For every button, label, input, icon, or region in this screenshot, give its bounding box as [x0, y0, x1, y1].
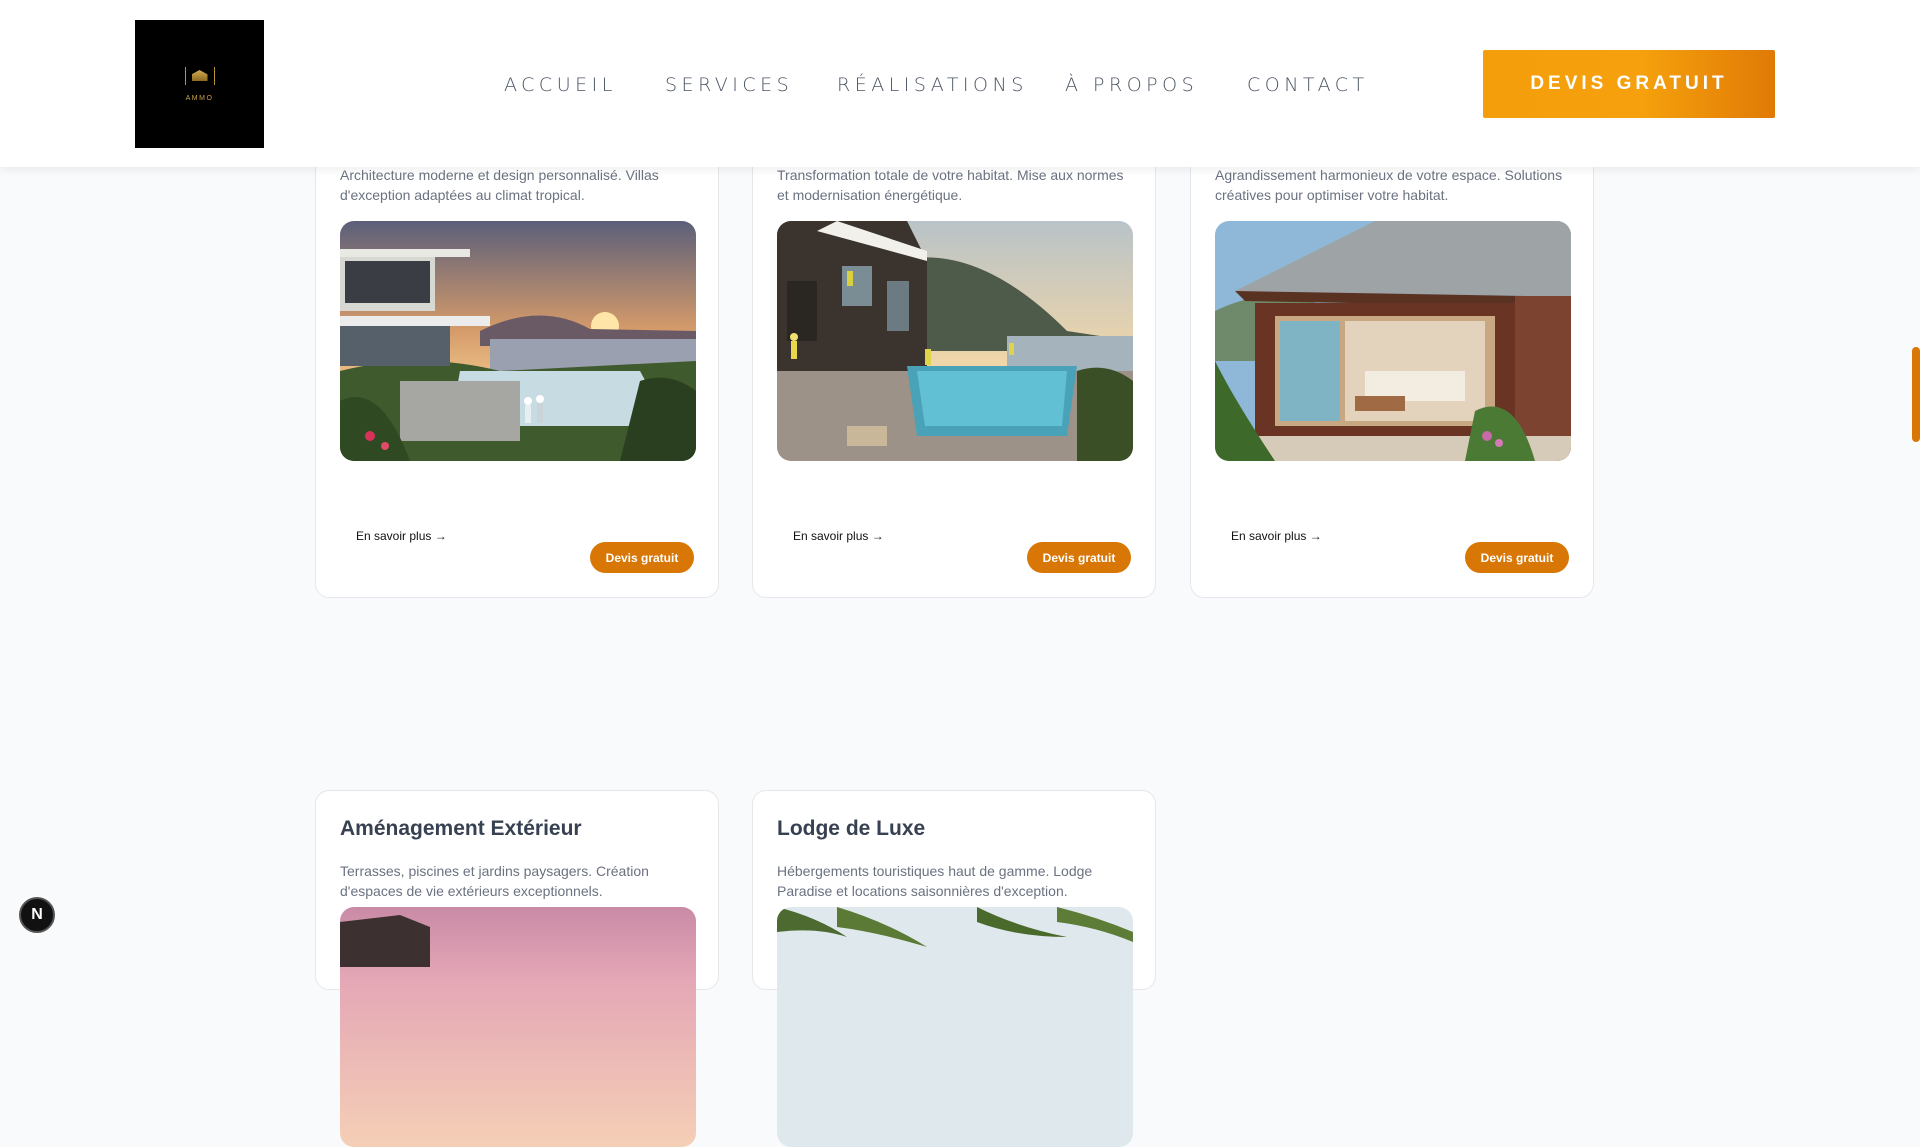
nav-realisations[interactable]: RÉALISATIONS — [837, 71, 1028, 99]
card-image-amenagement — [340, 907, 696, 1147]
service-card-lodge: Lodge de Luxe Hébergements touristiques … — [752, 790, 1156, 1147]
learn-more-link[interactable]: En savoir plus → — [1231, 529, 1322, 543]
learn-more-link[interactable]: En savoir plus → — [793, 529, 884, 543]
service-card-renovation: Transformation totale de votre habitat. … — [752, 100, 1156, 598]
card-description: Transformation totale de votre habitat. … — [777, 167, 1124, 203]
nav-a-propos[interactable]: À PROPOS — [1065, 71, 1198, 99]
header-quote-button[interactable]: DEVIS GRATUIT — [1483, 50, 1775, 118]
card-image-villa — [340, 221, 696, 461]
card-quote-button[interactable]: Devis gratuit — [590, 542, 694, 573]
card-description: Architecture moderne et design personnal… — [340, 167, 659, 203]
scrollbar-thumb[interactable] — [1912, 347, 1920, 442]
dev-tools-badge[interactable]: N — [19, 897, 55, 933]
card-quote-button[interactable]: Devis gratuit — [1027, 542, 1131, 573]
card-title: Aménagement Extérieur — [340, 817, 582, 840]
card-description: Agrandissement harmonieux de votre espac… — [1215, 167, 1563, 203]
service-card-construction: Architecture moderne et design personnal… — [315, 100, 719, 598]
service-card-amenagement: Aménagement Extérieur Terrasses, piscine… — [315, 790, 719, 1147]
card-description: Terrasses, piscines et jardins paysagers… — [340, 863, 649, 899]
card-quote-button[interactable]: Devis gratuit — [1465, 542, 1569, 573]
nav-contact[interactable]: CONTACT — [1247, 71, 1369, 99]
nav-accueil[interactable]: ACCUEIL — [504, 71, 617, 99]
nav-services[interactable]: SERVICES — [665, 71, 793, 99]
learn-more-link[interactable]: En savoir plus → — [356, 529, 447, 543]
card-image-extension — [1215, 221, 1571, 461]
card-description: Hébergements touristiques haut de gamme.… — [777, 863, 1093, 899]
card-image-renovation — [777, 221, 1133, 461]
service-card-extension: Agrandissement harmonieux de votre espac… — [1190, 100, 1594, 598]
card-image-lodge — [777, 907, 1133, 1147]
site-header: AMMO ACCUEIL SERVICES RÉALISATIONS À PRO… — [0, 0, 1920, 167]
card-title: Lodge de Luxe — [777, 817, 926, 840]
